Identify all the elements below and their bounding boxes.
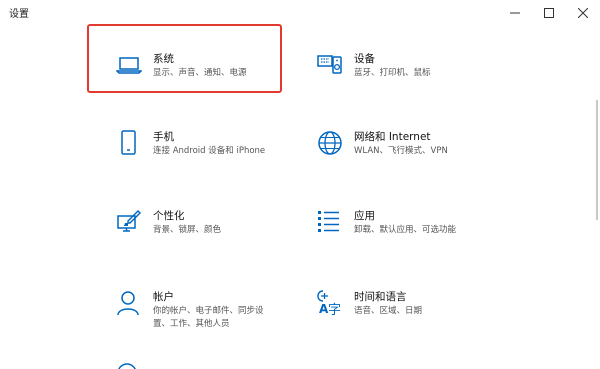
apps-list-icon [317,209,343,235]
time-language-icon: A 字 [317,290,343,316]
tile-description: 背景、锁屏、颜色 [153,225,222,235]
tile-network[interactable]: 网络和 Internet WLAN、飞行模式、VPN [317,128,497,178]
partial-next-tile-icon [116,362,138,369]
tile-title: 网络和 Internet [354,131,431,143]
maximize-button[interactable] [534,0,564,26]
globe-icon [317,130,343,156]
svg-text:字: 字 [328,303,341,316]
tile-title: 时间和语言 [354,291,407,303]
tile-title: 手机 [153,131,174,143]
paint-brush-icon [116,209,142,235]
tile-description: 蓝牙、打印机、鼠标 [354,68,431,78]
selection-highlight-box [87,24,282,93]
tile-accounts[interactable]: 帐户 你的帐户、电子邮件、同步设 置、工作、其他人员 [116,288,296,338]
phone-icon [116,130,142,156]
tile-description: 连接 Android 设备和 iPhone [153,146,266,156]
scrollbar[interactable] [596,100,598,220]
tile-phone[interactable]: 手机 连接 Android 设备和 iPhone [116,128,296,178]
tile-title: 帐户 [153,291,174,303]
tile-description: WLAN、飞行模式、VPN [354,146,448,156]
tile-time-language[interactable]: A 字 时间和语言 语音、区域、日期 [317,288,497,338]
close-icon [578,8,588,18]
tile-title: 设备 [354,53,375,65]
tile-devices[interactable]: 设备 蓝牙、打印机、鼠标 [317,50,497,100]
tile-title: 个性化 [153,210,185,222]
tile-title: 应用 [354,210,375,222]
maximize-icon [544,8,554,18]
tile-description: 你的帐户、电子邮件、同步设 置、工作、其他人员 [153,306,264,329]
tile-description: 卸载、默认应用、可选功能 [354,225,457,235]
person-icon [116,290,142,316]
tile-description: 语音、区域、日期 [354,306,423,316]
keyboard-speaker-icon [317,52,343,78]
minimize-button[interactable] [500,0,530,26]
tile-personalization[interactable]: 个性化 背景、锁屏、颜色 [116,207,296,257]
title-bar: 设置 [0,0,600,26]
window-title: 设置 [9,9,29,20]
tile-apps[interactable]: 应用 卸载、默认应用、可选功能 [317,207,497,257]
minimize-icon [510,12,520,14]
close-button[interactable] [568,0,598,26]
